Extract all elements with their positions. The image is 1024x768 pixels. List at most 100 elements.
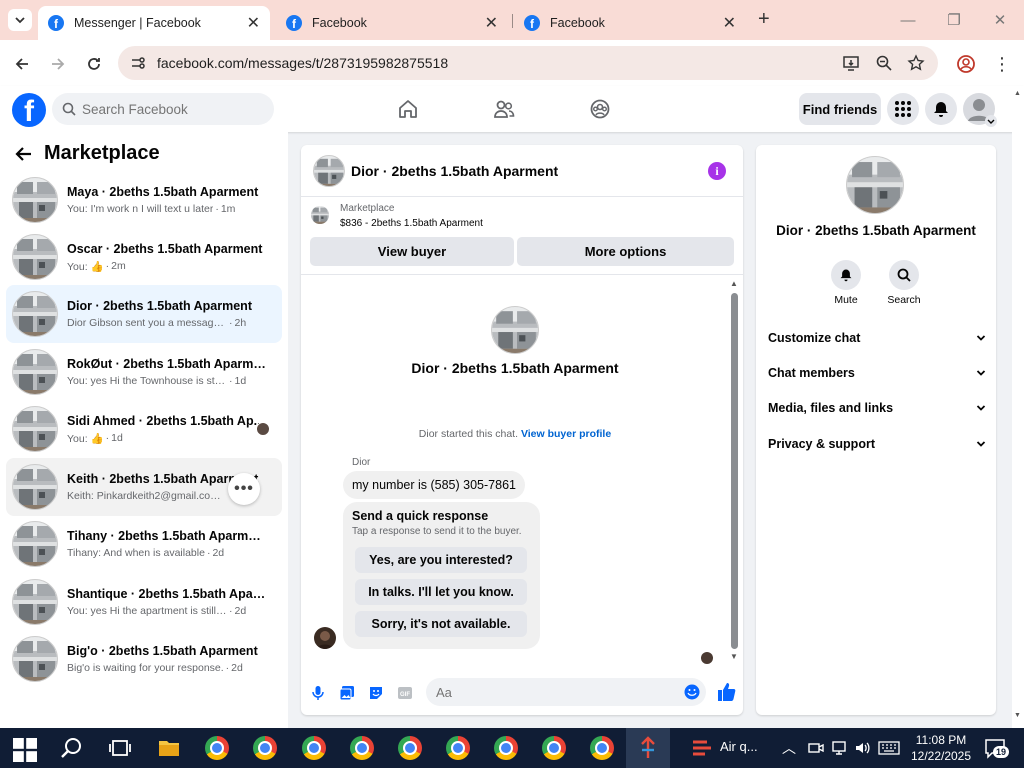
quick-reply-not-available[interactable]: Sorry, it's not available. (355, 611, 527, 637)
message-input-box[interactable] (426, 678, 706, 706)
conversation-item[interactable]: Big'o · 2beths 1.5bath Aparment Big'o is … (6, 630, 282, 688)
new-tab-button[interactable]: + (758, 8, 770, 31)
chrome-profile-5-icon[interactable] (398, 736, 422, 760)
notification-center-button[interactable]: 19 (984, 737, 1010, 759)
search-icon[interactable] (60, 736, 84, 760)
sticker-icon[interactable] (368, 685, 384, 701)
chrome-profile-9-icon[interactable] (590, 736, 614, 760)
close-tab-icon[interactable]: ✕ (485, 13, 498, 33)
profile-button[interactable] (954, 52, 978, 76)
close-window-button[interactable]: ✕ (980, 8, 1020, 32)
conversation-options-button[interactable]: ••• (228, 473, 260, 505)
view-buyer-profile-link[interactable]: View buyer profile (521, 428, 611, 440)
task-view-icon[interactable] (108, 736, 132, 760)
search-input[interactable] (82, 101, 262, 117)
facebook-search[interactable] (52, 93, 274, 125)
restore-button[interactable]: ❐ (934, 8, 974, 32)
chat-header[interactable]: Dior · 2beths 1.5bath Aparment (301, 145, 743, 197)
chrome-profile-f-icon[interactable] (205, 736, 229, 760)
conversation-name: Oscar · 2beths 1.5bath Aparment (67, 241, 263, 256)
account-chevron-icon[interactable] (985, 115, 997, 127)
bookmark-star-icon[interactable] (907, 54, 925, 72)
conversation-item[interactable]: Dior · 2beths 1.5bath Aparment Dior Gibso… (6, 285, 282, 343)
browser-menu-button[interactable]: ⋮ (990, 52, 1014, 76)
mute-button[interactable] (831, 260, 861, 290)
back-button[interactable] (10, 52, 34, 76)
windows-start-icon[interactable] (13, 738, 37, 762)
message-scrollbar[interactable] (731, 293, 738, 649)
back-arrow-icon[interactable] (14, 144, 34, 164)
groups-icon[interactable] (589, 98, 611, 120)
section-customize-chat[interactable]: Customize chat (768, 326, 986, 350)
chrome-profile-6-icon[interactable] (446, 736, 470, 760)
gif-icon[interactable]: GIF (397, 685, 413, 701)
mute-action[interactable]: Mute (816, 260, 876, 306)
clock[interactable]: 11:08 PM 12/22/2025 (908, 732, 974, 764)
microphone-icon[interactable] (310, 685, 326, 701)
meet-now-icon[interactable] (808, 740, 824, 756)
buyer-large-avatar[interactable] (491, 306, 539, 354)
chrome-profile-7-icon[interactable] (494, 736, 518, 760)
friends-icon[interactable] (493, 98, 515, 120)
address-bar[interactable]: facebook.com/messages/t/2873195982875518 (118, 46, 938, 80)
chrome-profile-4-icon[interactable] (350, 736, 374, 760)
active-app-highlight[interactable] (626, 728, 670, 768)
emoji-icon[interactable] (684, 684, 700, 700)
weather-widget-label[interactable]: Air q... (720, 739, 758, 754)
minimize-button[interactable]: — (888, 8, 928, 32)
chat-avatar[interactable] (313, 154, 345, 187)
quick-reply-in-talks[interactable]: In talks. I'll let you know. (355, 579, 527, 605)
search-icon (62, 102, 76, 116)
section-media-files-links[interactable]: Media, files and links (768, 396, 986, 420)
like-thumbs-up-icon[interactable] (716, 682, 736, 702)
close-tab-icon[interactable]: ✕ (247, 13, 260, 33)
find-friends-button[interactable]: Find friends (799, 93, 881, 125)
file-explorer-icon[interactable] (157, 736, 181, 760)
menu-grid-button[interactable] (887, 93, 919, 125)
more-options-button[interactable]: More options (517, 237, 734, 266)
chrome-profile-8-icon[interactable] (542, 736, 566, 760)
scroll-down-arrow[interactable]: ▼ (730, 652, 738, 661)
conversation-item[interactable]: Shantique · 2beths 1.5bath Aparm... You: … (6, 573, 282, 631)
conversation-item[interactable]: RokØut · 2beths 1.5bath Aparment You: yes… (6, 343, 282, 401)
facebook-logo-icon[interactable]: f (12, 93, 46, 127)
conversation-item[interactable]: Sidi Ahmed · 2beths 1.5bath Ap... You: 👍 ·… (6, 400, 282, 458)
show-hidden-icons-chevron-icon[interactable]: ︿ (782, 738, 796, 758)
tab-facebook-2[interactable]: f Facebook ✕ (514, 6, 746, 40)
photo-attach-icon[interactable] (339, 685, 355, 701)
conversation-item[interactable]: Tihany · 2beths 1.5bath Aparment Tihany: … (6, 515, 282, 573)
scroll-up-arrow[interactable]: ▲ (730, 279, 738, 288)
search-action[interactable]: Search (874, 260, 934, 306)
tab-search-button[interactable] (8, 9, 32, 31)
reload-button[interactable] (82, 52, 106, 76)
zoom-icon[interactable] (875, 54, 893, 72)
message-input[interactable] (436, 684, 676, 700)
notifications-button[interactable] (925, 93, 957, 125)
install-app-icon[interactable] (842, 54, 860, 72)
tab-messenger[interactable]: f Messenger | Facebook ✕ (38, 6, 270, 40)
view-buyer-button[interactable]: View buyer (310, 237, 514, 266)
quick-reply-interested[interactable]: Yes, are you interested? (355, 547, 527, 573)
section-privacy-support[interactable]: Privacy & support (768, 432, 986, 456)
marketplace-listing[interactable]: Marketplace $836 - 2beths 1.5bath Aparme… (311, 203, 483, 229)
keyboard-icon[interactable] (878, 740, 900, 756)
volume-icon[interactable] (854, 740, 870, 756)
details-avatar[interactable] (846, 156, 904, 214)
page-scrollbar[interactable]: ▲ ▼ (1012, 86, 1024, 728)
conversation-item[interactable]: Maya · 2beths 1.5bath Aparment You: I'm w… (6, 171, 282, 229)
section-chat-members[interactable]: Chat members (768, 361, 986, 385)
conversation-item[interactable]: Oscar · 2beths 1.5bath Aparment You: 👍 · 2m (6, 228, 282, 286)
chrome-profile-3-icon[interactable] (302, 736, 326, 760)
conversation-info-button[interactable]: i (708, 162, 726, 180)
chrome-profile-2-icon[interactable] (253, 736, 277, 760)
tab-facebook-1[interactable]: f Facebook ✕ (276, 6, 508, 40)
site-info-icon[interactable] (130, 55, 146, 71)
sender-avatar[interactable] (314, 627, 336, 649)
network-icon[interactable] (831, 740, 847, 756)
search-conversation-button[interactable] (889, 260, 919, 290)
home-icon[interactable] (397, 98, 419, 120)
forward-button[interactable] (46, 52, 70, 76)
incoming-message-bubble[interactable]: my number is (585) 305-7861 (343, 471, 525, 499)
close-tab-icon[interactable]: ✕ (723, 13, 736, 33)
air-quality-icon[interactable] (690, 736, 714, 760)
